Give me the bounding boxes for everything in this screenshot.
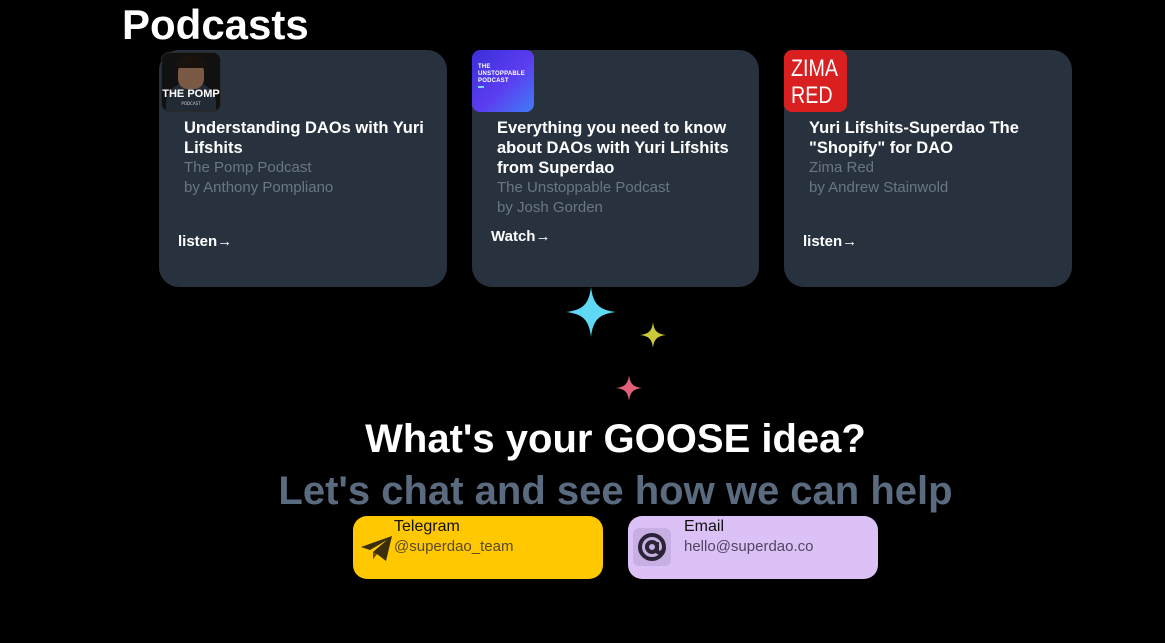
- telegram-contact-button[interactable]: Telegram @superdao_team: [353, 516, 603, 579]
- show-name: Zima Red: [809, 159, 875, 176]
- sparkle-icon: [616, 375, 642, 401]
- episode-meta: The Unstoppable Podcast by Josh Gorden: [497, 178, 747, 217]
- zima-red-cover: ZIMA RED: [784, 50, 847, 112]
- episode-title: Everything you need to know about DAOs w…: [497, 119, 729, 177]
- telegram-label: Telegram: [394, 518, 460, 535]
- cta-subtitle: Let's chat and see how we can help: [278, 469, 953, 513]
- episode-meta: The Pomp Podcast by Anthony Pompliano: [184, 158, 434, 197]
- podcast-card[interactable]: THE UNSTOPPABLE PODCAST Everything you n…: [472, 50, 759, 287]
- sparkle-icon: [566, 287, 616, 337]
- cover-title: ZIMA RED: [791, 55, 837, 109]
- episode-title: Understanding DAOs with Yuri Lifshits: [184, 119, 424, 157]
- author-name: by Anthony Pompliano: [184, 178, 334, 196]
- cover-title: THE UNSTOPPABLE PODCAST: [478, 64, 525, 84]
- watch-link[interactable]: Watch→: [491, 228, 550, 245]
- author-name: by Josh Gorden: [497, 198, 603, 216]
- listen-link[interactable]: listen→: [178, 233, 232, 250]
- unstoppable-podcast-cover: THE UNSTOPPABLE PODCAST: [472, 50, 534, 112]
- episode-meta: Zima Red by Andrew Stainwold: [809, 158, 1059, 197]
- telegram-plane-icon: [361, 536, 392, 561]
- podcast-card[interactable]: THE POMP PODCAST Understanding DAOs with…: [159, 50, 447, 287]
- listen-link[interactable]: listen→: [803, 233, 857, 250]
- email-label: Email: [684, 518, 725, 535]
- podcast-card[interactable]: ZIMA RED Yuri Lifshits-Superdao The "Sho…: [784, 50, 1072, 287]
- podcasts-heading: Podcasts: [122, 1, 309, 48]
- telegram-handle: @superdao_team: [394, 538, 514, 555]
- email-address: hello@superdao.co: [684, 538, 814, 555]
- at-sign-icon: [633, 528, 671, 566]
- cover-title: THE POMP: [162, 88, 220, 100]
- sparkle-icon: [640, 322, 666, 348]
- show-name: The Unstoppable Podcast: [497, 179, 670, 196]
- cta-title: What's your GOOSE idea?: [365, 417, 866, 461]
- pomp-podcast-cover: THE POMP PODCAST: [161, 52, 221, 112]
- episode-title: Yuri Lifshits-Superdao The "Shopify" for…: [809, 119, 1019, 157]
- show-name: The Pomp Podcast: [184, 159, 312, 176]
- email-contact-button[interactable]: Email hello@superdao.co: [628, 516, 878, 579]
- cover-subtitle: PODCAST: [181, 101, 201, 106]
- author-name: by Andrew Stainwold: [809, 178, 949, 196]
